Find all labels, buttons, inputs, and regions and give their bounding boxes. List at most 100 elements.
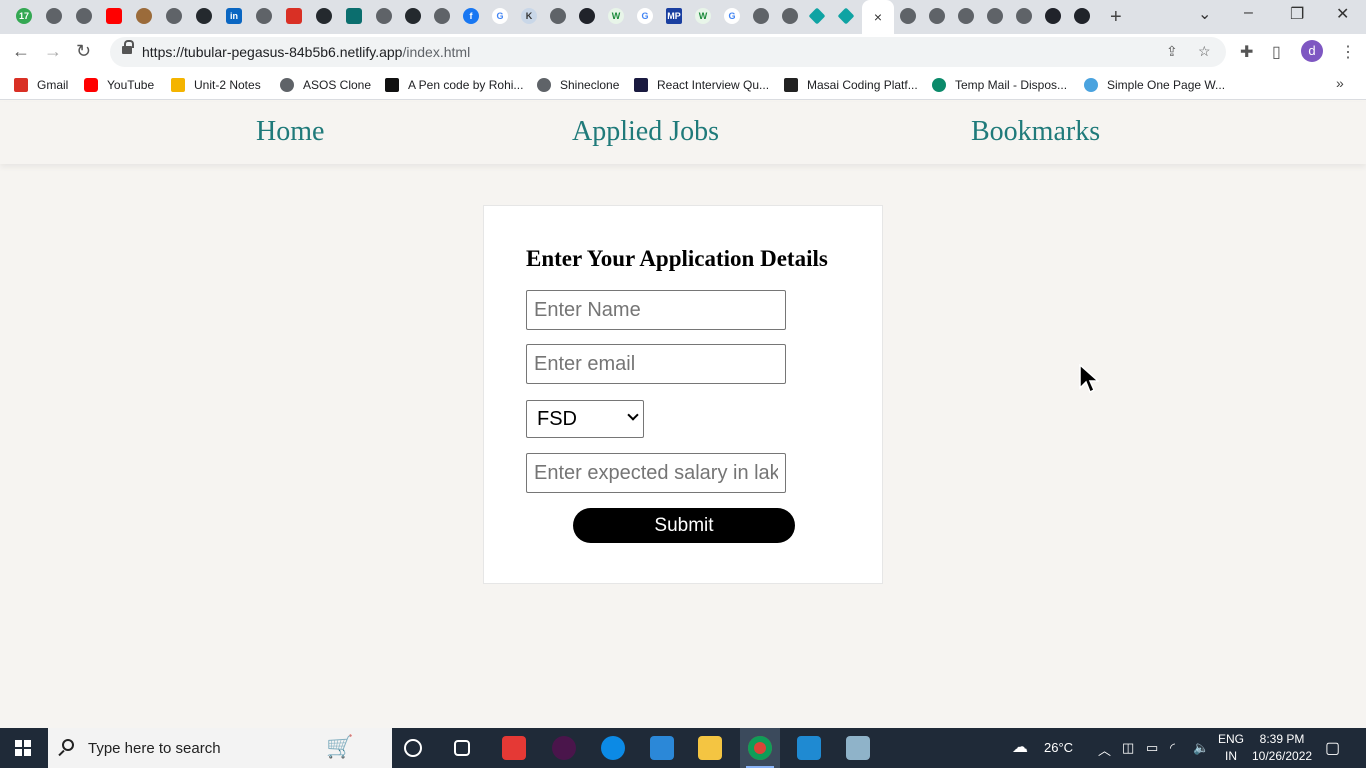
tab-favicon-google-icon[interactable]: G bbox=[492, 8, 508, 24]
cortana-icon[interactable] bbox=[404, 739, 422, 757]
bookmark-gmail[interactable]: Gmail bbox=[14, 76, 68, 94]
slack-app-icon[interactable] bbox=[552, 736, 576, 760]
tab-favicon-globe-icon[interactable] bbox=[166, 8, 182, 24]
tab-favicon-google-icon[interactable]: G bbox=[724, 8, 740, 24]
bookmark-react-interview[interactable]: React Interview Qu... bbox=[634, 76, 769, 94]
bookmark-label: Simple One Page W... bbox=[1107, 78, 1226, 92]
taskbar-search-box[interactable]: Type here to search 🛒 bbox=[48, 728, 392, 768]
tab-favicon-facebook-icon[interactable]: f bbox=[463, 8, 479, 24]
tab-favicon-w-icon[interactable]: W bbox=[695, 8, 711, 24]
share-icon[interactable]: ⇪ bbox=[1166, 43, 1178, 60]
tab-favicon-w-icon[interactable]: W bbox=[608, 8, 624, 24]
role-select[interactable]: FSD bbox=[526, 400, 644, 438]
weather-icon[interactable]: ☁ bbox=[1012, 737, 1028, 757]
window-close-icon[interactable]: ✕ bbox=[1336, 4, 1349, 24]
battery-icon[interactable]: ▭ bbox=[1146, 740, 1158, 756]
url-host: https://tubular-pegasus-84b5b6.netlify.a… bbox=[142, 44, 403, 60]
tab-favicon-avatar-icon[interactable] bbox=[346, 8, 362, 24]
bookmark-asos-clone[interactable]: ASOS Clone bbox=[280, 76, 371, 94]
tab-favicon-globe-icon[interactable] bbox=[256, 8, 272, 24]
forward-arrow-icon[interactable]: → bbox=[44, 41, 62, 62]
edge-app-icon[interactable] bbox=[601, 736, 625, 760]
submit-button[interactable]: Submit bbox=[573, 508, 795, 543]
tab-search-chevron-icon[interactable]: ⌄ bbox=[1198, 4, 1211, 24]
windows-start-icon[interactable] bbox=[15, 740, 31, 756]
tab-favicon-github-icon[interactable] bbox=[405, 8, 421, 24]
tab-favicon-globe-icon[interactable] bbox=[929, 8, 945, 24]
task-view-icon[interactable] bbox=[454, 740, 470, 756]
tab-favicon-pin-icon[interactable] bbox=[136, 8, 152, 24]
tab-favicon-linkedin-icon[interactable]: in bbox=[226, 8, 242, 24]
bookmark-temp-mail[interactable]: Temp Mail - Dispos... bbox=[932, 76, 1067, 94]
tab-favicon-diamond-icon[interactable] bbox=[808, 7, 826, 25]
tab-favicon-globe-icon[interactable] bbox=[434, 8, 450, 24]
tab-favicon-github-icon[interactable] bbox=[196, 8, 212, 24]
tab-favicon-mp-icon[interactable]: MP bbox=[666, 8, 682, 24]
tab-favicon-gmail-icon[interactable] bbox=[286, 8, 302, 24]
name-input[interactable] bbox=[526, 290, 786, 330]
file-explorer-icon[interactable] bbox=[698, 736, 722, 760]
reload-icon[interactable]: ↻ bbox=[76, 41, 91, 62]
active-tab[interactable]: × bbox=[862, 0, 894, 34]
tab-favicon-globe-icon[interactable] bbox=[376, 8, 392, 24]
bookmark-shineclone[interactable]: Shineclone bbox=[537, 76, 619, 94]
vscode-app-icon[interactable] bbox=[797, 736, 821, 760]
email-input[interactable] bbox=[526, 344, 786, 384]
temperature-label[interactable]: 26°C bbox=[1044, 740, 1073, 755]
language-code: ENG bbox=[1218, 732, 1245, 746]
meet-now-icon[interactable]: ◫ bbox=[1122, 740, 1134, 756]
chrome-app-icon[interactable] bbox=[748, 736, 772, 760]
bookmark-unit2-notes[interactable]: Unit-2 Notes bbox=[171, 76, 261, 94]
bookmark-codepen[interactable]: A Pen code by Rohi... bbox=[385, 76, 523, 94]
bookmarks-overflow-chevron-icon[interactable]: » bbox=[1336, 75, 1344, 91]
tab-favicon-diamond-icon[interactable] bbox=[837, 7, 855, 25]
nav-home-link[interactable]: Home bbox=[256, 116, 324, 148]
back-arrow-icon[interactable]: ← bbox=[12, 41, 30, 62]
bookmark-simple-one-page[interactable]: Simple One Page W... bbox=[1084, 76, 1225, 94]
tab-favicon-globe-icon[interactable] bbox=[987, 8, 1003, 24]
tab-favicon-globe-icon[interactable] bbox=[550, 8, 566, 24]
tab-favicon-globe-icon[interactable] bbox=[46, 8, 62, 24]
tab-favicon-globe-icon[interactable] bbox=[76, 8, 92, 24]
notes-app-icon[interactable] bbox=[846, 736, 870, 760]
tab-favicon-react-icon[interactable] bbox=[1074, 8, 1090, 24]
tab-favicon-google-icon[interactable]: G bbox=[637, 8, 653, 24]
tab-favicon-globe-icon[interactable] bbox=[900, 8, 916, 24]
tab-favicon-globe-icon[interactable] bbox=[782, 8, 798, 24]
restore-icon[interactable]: ❐ bbox=[1290, 4, 1304, 24]
tab-favicon-globe-icon[interactable] bbox=[753, 8, 769, 24]
volume-icon[interactable]: 🔈 bbox=[1193, 740, 1209, 756]
bookmark-youtube[interactable]: YouTube bbox=[84, 76, 154, 94]
salary-input[interactable] bbox=[526, 453, 786, 493]
nav-applied-jobs-link[interactable]: Applied Jobs bbox=[572, 116, 719, 148]
site-navbar: Home Applied Jobs Bookmarks bbox=[0, 102, 1366, 164]
tray-chevron-up-icon[interactable]: ︿ bbox=[1098, 740, 1111, 759]
bookmark-star-icon[interactable]: ☆ bbox=[1198, 43, 1211, 60]
store-app-icon[interactable] bbox=[650, 736, 674, 760]
shopping-cart-icon: 🛒 bbox=[326, 734, 354, 759]
tab-favicon-react-icon[interactable] bbox=[579, 8, 595, 24]
tab-favicon-k-icon[interactable]: K bbox=[521, 8, 537, 24]
notifications-icon[interactable]: ▢ bbox=[1325, 738, 1340, 758]
wifi-icon[interactable]: ◜ bbox=[1170, 740, 1175, 756]
address-bar[interactable]: https://tubular-pegasus-84b5b6.netlify.a… bbox=[110, 37, 1226, 67]
menu-kebab-icon[interactable]: ⋮ bbox=[1340, 42, 1356, 62]
extensions-puzzle-icon[interactable]: ✚ bbox=[1240, 42, 1253, 62]
nav-bookmarks-link[interactable]: Bookmarks bbox=[971, 116, 1100, 148]
tab-favicon-react-icon[interactable] bbox=[1045, 8, 1061, 24]
tab-favicon-github-icon[interactable] bbox=[316, 8, 332, 24]
tab-favicon-youtube-icon[interactable] bbox=[106, 8, 122, 24]
new-tab-plus-icon[interactable]: + bbox=[1110, 6, 1122, 29]
tab-close-icon[interactable]: × bbox=[874, 9, 882, 25]
system-clock[interactable]: 8:39 PM 10/26/2022 bbox=[1252, 731, 1312, 765]
tab-favicon-globe-icon[interactable] bbox=[1016, 8, 1032, 24]
bookmark-masai[interactable]: Masai Coding Platf... bbox=[784, 76, 918, 94]
minimize-icon[interactable]: – bbox=[1244, 4, 1253, 22]
side-panel-icon[interactable]: ▯ bbox=[1272, 42, 1281, 62]
lock-icon[interactable] bbox=[122, 40, 134, 55]
recorder-app-icon[interactable] bbox=[502, 736, 526, 760]
language-indicator[interactable]: ENG IN bbox=[1218, 731, 1244, 765]
profile-avatar[interactable]: d bbox=[1301, 40, 1323, 62]
tab-favicon-globe-icon[interactable] bbox=[958, 8, 974, 24]
tab-favicon-calendar-icon[interactable]: 17 bbox=[16, 8, 32, 24]
